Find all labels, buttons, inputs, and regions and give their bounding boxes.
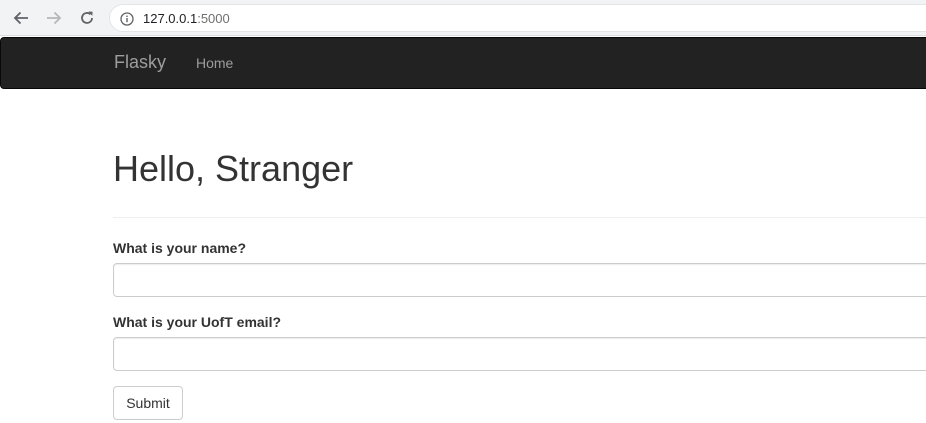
url-text: 127.0.0.1:5000 — [143, 11, 230, 26]
page-title: Hello, Stranger — [113, 148, 354, 189]
url-host: 127.0.0.1 — [143, 11, 198, 26]
browser-toolbar: 127.0.0.1:5000 — [0, 0, 926, 36]
email-input[interactable] — [113, 337, 926, 371]
email-label: What is your UofT email? — [113, 314, 282, 330]
address-bar[interactable]: 127.0.0.1:5000 — [109, 4, 926, 32]
name-label: What is your name? — [113, 240, 247, 256]
url-port: :5000 — [197, 11, 230, 26]
reload-button[interactable] — [75, 6, 99, 30]
forward-arrow-icon — [46, 10, 62, 26]
submit-button[interactable]: Submit — [113, 386, 183, 420]
navbar-brand[interactable]: Flasky — [114, 52, 166, 73]
navbar: Flasky Home — [0, 37, 926, 89]
reload-icon — [79, 10, 95, 26]
back-arrow-icon — [13, 10, 29, 26]
nav-link-home[interactable]: Home — [196, 55, 233, 71]
back-button[interactable] — [9, 6, 33, 30]
info-icon[interactable] — [120, 12, 134, 26]
name-input[interactable] — [113, 263, 926, 297]
page-header: Hello, Stranger — [113, 145, 926, 218]
forward-button[interactable] — [42, 6, 66, 30]
